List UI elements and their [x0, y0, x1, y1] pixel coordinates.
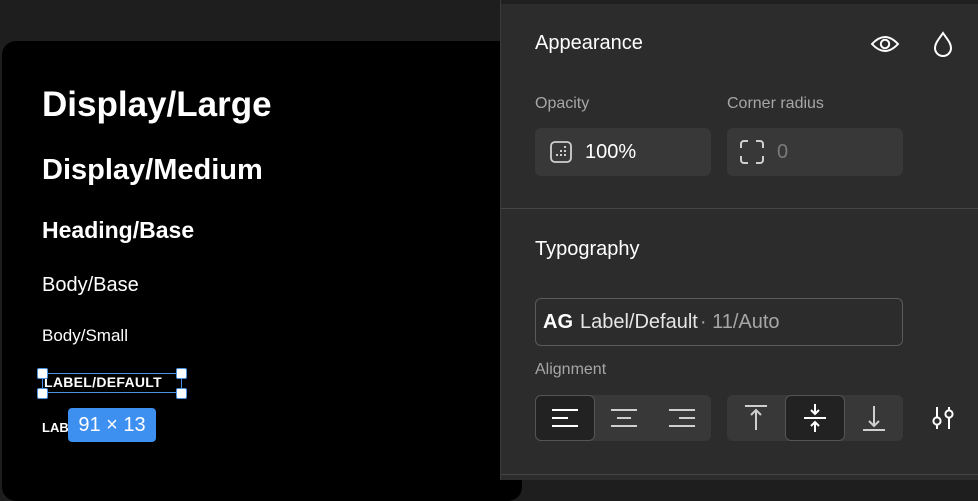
corner-radius-label: Corner radius — [727, 95, 824, 112]
eye-icon[interactable] — [869, 30, 901, 58]
text-style-name: Label/Default — [580, 310, 698, 333]
text-layer-heading-base[interactable]: Heading/Base — [42, 217, 194, 244]
text-layer-label-small[interactable]: LAB — [42, 420, 69, 435]
align-top-icon — [745, 405, 767, 430]
resize-handle-bottom-left[interactable] — [37, 388, 48, 399]
opacity-icon — [549, 140, 573, 164]
corner-radius-field[interactable]: 0 — [727, 128, 903, 176]
properties-panel: Appearance Opacity Corner radius 100% 0 … — [500, 0, 978, 480]
text-layer-body-small[interactable]: Body/Small — [42, 326, 128, 346]
section-divider-bottom — [501, 474, 978, 475]
align-left-button[interactable] — [535, 395, 595, 441]
align-middle-icon — [804, 404, 826, 432]
text-layer-body-base[interactable]: Body/Base — [42, 274, 139, 297]
alignment-label: Alignment — [535, 361, 607, 378]
horizontal-alignment-group — [535, 395, 711, 441]
text-style-meta: · 11/Auto — [699, 310, 780, 333]
resize-handle-bottom-right[interactable] — [176, 388, 187, 399]
align-center-icon — [611, 409, 637, 427]
align-right-icon — [669, 409, 695, 427]
align-bottom-icon — [863, 406, 885, 431]
vertical-alignment-group — [727, 395, 903, 441]
text-layer-display-medium[interactable]: Display/Medium — [42, 154, 263, 187]
align-right-button[interactable] — [653, 395, 711, 441]
text-layer-display-large[interactable]: Display/Large — [42, 85, 272, 125]
appearance-title: Appearance — [535, 32, 643, 54]
corner-radius-icon — [739, 139, 765, 165]
align-top-button[interactable] — [727, 395, 785, 441]
selection-size-badge: 91 × 13 — [68, 408, 156, 442]
opacity-label: Opacity — [535, 95, 590, 112]
corner-radius-value: 0 — [777, 140, 789, 163]
align-center-button[interactable] — [595, 395, 653, 441]
selection-box[interactable] — [42, 373, 182, 393]
text-settings-sliders-icon[interactable] — [927, 402, 959, 434]
typography-title: Typography — [535, 238, 640, 260]
opacity-field[interactable]: 100% — [535, 128, 711, 176]
align-middle-button[interactable] — [785, 395, 845, 441]
resize-handle-top-left[interactable] — [37, 368, 48, 379]
text-style-preview: AG — [543, 310, 573, 333]
resize-handle-top-right[interactable] — [176, 368, 187, 379]
align-left-icon — [552, 409, 578, 427]
panel-top-edge — [501, 0, 978, 4]
opacity-value: 100% — [585, 140, 637, 163]
section-divider — [501, 208, 978, 209]
drop-icon[interactable] — [929, 28, 957, 60]
text-style-selector[interactable]: AG Label/Default · 11/Auto — [535, 298, 903, 346]
align-bottom-button[interactable] — [845, 395, 903, 441]
